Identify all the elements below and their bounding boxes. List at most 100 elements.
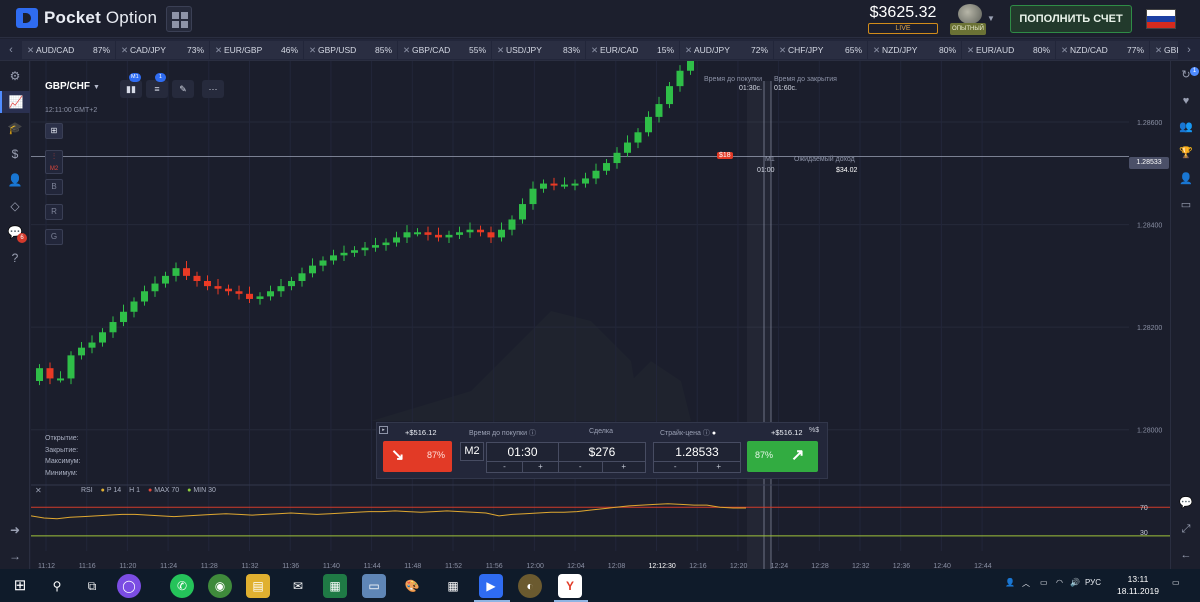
yandex-browser-icon[interactable]: Y <box>558 574 582 598</box>
mail-icon[interactable]: ✉ <box>286 574 310 598</box>
deposit-button[interactable]: ПОПОЛНИТЬ СЧЕТ <box>1010 5 1132 33</box>
apps-grid-icon[interactable] <box>166 6 192 32</box>
close-icon[interactable]: ✕ <box>27 41 34 59</box>
logout-icon[interactable]: ➜ <box>0 519 30 541</box>
trade-marker[interactable]: $18 <box>717 152 733 159</box>
close-icon[interactable]: ✕ <box>779 41 786 59</box>
users-icon[interactable]: 👤 <box>1171 169 1200 189</box>
asset-tab[interactable]: ✕ GBP/USD 85% <box>304 41 397 59</box>
user-avatar[interactable]: ОПЫТНЫЙ ▼ <box>950 4 995 36</box>
monitor-icon[interactable]: ▭ <box>1171 195 1200 215</box>
asset-tab[interactable]: ✕ EUR/CAD 15% <box>586 41 679 59</box>
close-icon[interactable]: ✕ <box>873 41 880 59</box>
chart-area[interactable]: 1.28600 1.28400 1.28200 1.28000 11:12 11:16 11… <box>31 61 1170 569</box>
user-icon[interactable]: 👤 <box>0 169 30 191</box>
notifications-icon[interactable]: ▭ <box>1172 578 1180 587</box>
trading-icon[interactable]: ⚙ <box>0 65 30 87</box>
expand-icon[interactable]: → <box>0 545 30 567</box>
close-icon[interactable]: ✕ <box>1155 41 1162 59</box>
amount-minus-button[interactable]: - <box>559 462 602 472</box>
close-icon[interactable]: ✕ <box>497 41 504 59</box>
time-minus-button[interactable]: - <box>487 462 522 472</box>
app-icon[interactable]: ◐ <box>518 574 542 598</box>
chevron-up-icon[interactable]: ︿ <box>1022 578 1030 589</box>
close-icon[interactable]: ✕ <box>685 41 692 59</box>
expiry-mode-button[interactable]: M2 <box>460 442 484 461</box>
asset-tab[interactable]: ✕ GBP/CAD 55% <box>398 41 491 59</box>
drawing-tool-button[interactable]: ✎ <box>172 80 194 98</box>
collapse-icon[interactable]: ← <box>1171 545 1200 565</box>
purchase-time-field[interactable]: 01:30 - + <box>486 442 559 473</box>
help-icon[interactable]: ? <box>0 247 30 269</box>
person-tray-icon[interactable]: 👤 <box>1005 578 1015 587</box>
heartbeat-icon[interactable]: ♥ <box>1171 91 1200 111</box>
close-icon[interactable]: ✕ <box>309 41 316 59</box>
fullscreen-icon[interactable]: ⤢ <box>1171 519 1200 539</box>
amount-field[interactable]: $276 - + <box>558 442 646 473</box>
sell-button[interactable]: ↘ 87% <box>383 441 452 472</box>
close-indicator-icon[interactable]: ✕ <box>35 486 47 496</box>
close-icon[interactable]: ✕ <box>591 41 598 59</box>
time-plus-button[interactable]: + <box>522 462 558 472</box>
scroll-left-icon[interactable]: ‹ <box>2 39 20 61</box>
language-indicator[interactable]: РУС <box>1085 578 1101 587</box>
notepad-icon[interactable]: ▭ <box>362 574 386 598</box>
education-icon[interactable]: 🎓 <box>0 117 30 139</box>
amount-plus-button[interactable]: + <box>601 462 646 472</box>
close-icon[interactable]: ✕ <box>1061 41 1068 59</box>
windows-start-icon[interactable]: ⊞ <box>8 574 32 598</box>
russia-flag-icon[interactable] <box>1146 9 1176 29</box>
chat-icon[interactable]: 💬 6 <box>0 221 30 243</box>
dollar-icon[interactable]: $ <box>0 143 30 165</box>
volume-icon[interactable]: 🔊 <box>1070 578 1080 587</box>
trades-history-icon[interactable]: ↻ 1 <box>1171 65 1200 85</box>
b-button[interactable]: B <box>45 179 63 195</box>
close-icon[interactable]: ✕ <box>121 41 128 59</box>
brand-logo[interactable]: Pocket Option <box>16 8 157 28</box>
excel-icon[interactable]: ▦ <box>323 574 347 598</box>
currency-toggle[interactable]: %$ <box>809 427 819 434</box>
chart-icon[interactable]: 📈 <box>0 91 30 113</box>
battery-icon[interactable]: ▭ <box>1040 578 1048 587</box>
diamond-icon[interactable]: ◇ <box>0 195 30 217</box>
strike-minus-button[interactable]: - <box>654 462 697 472</box>
indicators-button[interactable]: ≡ 1 <box>146 73 168 98</box>
asset-tab[interactable]: ✕ USD/JPY 83% <box>492 41 585 59</box>
asset-tab[interactable]: ✕ AUD/JPY 72% <box>680 41 773 59</box>
asset-tab[interactable]: ✕ GBI <box>1150 41 1178 59</box>
close-icon[interactable]: ✕ <box>215 41 222 59</box>
search-icon[interactable]: ⚲ <box>45 574 69 598</box>
file-explorer-icon[interactable]: ▤ <box>246 574 270 598</box>
close-icon[interactable]: ✕ <box>967 41 974 59</box>
asset-tab[interactable]: ✕ EUR/GBP 46% <box>210 41 303 59</box>
alice-icon[interactable]: ◯ <box>117 574 141 598</box>
people-icon[interactable]: 👥 <box>1171 117 1200 137</box>
asset-tab[interactable]: ✕ CHF/JPY 65% <box>774 41 867 59</box>
whatsapp-icon[interactable]: ✆ <box>170 574 194 598</box>
panel-toggle-icon[interactable]: ▸ <box>379 426 388 434</box>
gift-icon[interactable]: ⊞ <box>45 123 63 139</box>
calculator-icon[interactable]: ▦ <box>441 574 465 598</box>
paint-icon[interactable]: 🎨 <box>400 574 424 598</box>
browser-icon[interactable]: ◉ <box>208 574 232 598</box>
pocket-option-app-icon[interactable]: ▶ <box>479 574 503 598</box>
close-icon[interactable]: ✕ <box>403 41 410 59</box>
g-button[interactable]: G <box>45 229 63 245</box>
buy-button[interactable]: 87% ↗ <box>747 441 818 472</box>
wifi-icon[interactable]: ◠ <box>1056 578 1063 587</box>
strike-plus-button[interactable]: + <box>696 462 741 472</box>
timeframe-m2-button[interactable]: ⫶ M2 <box>45 150 63 174</box>
r-button[interactable]: R <box>45 204 63 220</box>
asset-tab[interactable]: ✕ CAD/JPY 73% <box>116 41 209 59</box>
account-balance[interactable]: $3625.32 LIVE <box>868 4 938 34</box>
asset-tab[interactable]: ✕ NZD/CAD 77% <box>1056 41 1149 59</box>
asset-tab[interactable]: ✕ AUD/CAD 87% <box>22 41 115 59</box>
scroll-right-icon[interactable]: › <box>1180 39 1198 61</box>
pair-selector[interactable]: GBP/CHF ▼ <box>45 81 100 92</box>
chart-type-button[interactable]: ▮▮ M1 <box>120 73 142 98</box>
chat-bubble-icon[interactable]: 💬 <box>1171 493 1200 513</box>
strike-price-field[interactable]: 1.28533 - + <box>653 442 741 473</box>
trophy-icon[interactable]: 🏆 <box>1171 143 1200 163</box>
system-clock[interactable]: 13:11 18.11.2019 <box>1115 573 1161 597</box>
more-button[interactable]: ··· <box>202 80 224 98</box>
